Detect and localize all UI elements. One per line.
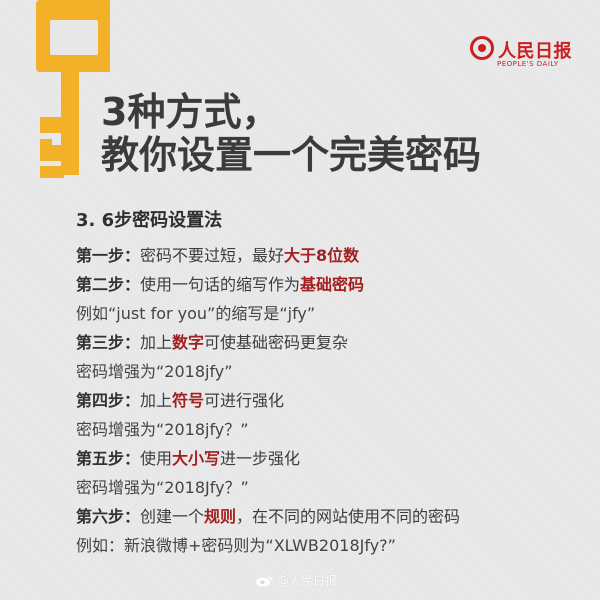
section-title: 3. 6步密码设置法 — [76, 210, 223, 231]
step-1: 第一步：密码不要过短，最好大于8位数 — [76, 241, 576, 270]
watermark: @人民日报 — [255, 572, 337, 589]
step-1-highlight: 大于8位数 — [284, 246, 360, 265]
step-5-highlight: 大小写 — [172, 449, 221, 468]
step-1-before: 密码不要过短，最好 — [140, 246, 285, 265]
step-6-example: 例如：新浪微博+密码则为“XLWB2018Jfy?” — [76, 536, 396, 555]
step-3: 第三步：加上数字可使基础密码更复杂 — [76, 328, 576, 357]
page-title-line-1: 3种方式， — [101, 90, 280, 134]
page-title: 3种方式， 教你设置一个完美密码 — [101, 91, 561, 177]
step-2: 第二步：使用一句话的缩写作为基础密码 — [76, 270, 576, 299]
page: 人民日报 PEOPLE'S DAILY 3种方式， 教你设置一个完美密码 3. … — [0, 0, 600, 600]
step-4-before: 加上 — [140, 391, 173, 410]
weibo-watermark-icon — [256, 576, 273, 587]
step-4-after: 可进行强化 — [204, 391, 285, 410]
step-4-highlight: 符号 — [172, 391, 205, 410]
step-4-example: 密码增强为“2018jfy？” — [76, 420, 249, 439]
step-5: 第五步：使用大小写进一步强化 — [76, 444, 576, 473]
step-6-after: ，在不同的网站使用不同的密码 — [236, 507, 461, 526]
step-6: 第六步：创建一个规则，在不同的网站使用不同的密码 — [76, 502, 576, 531]
brand: 人民日报 PEOPLE'S DAILY — [470, 36, 590, 76]
brand-logo-icon — [470, 36, 494, 60]
step-3-label: 第三步： — [76, 333, 141, 352]
watermark-text: @人民日报 — [277, 574, 338, 588]
step-5-label: 第五步： — [76, 449, 141, 468]
step-6-label: 第六步： — [76, 507, 141, 526]
step-2-label: 第二步： — [76, 275, 141, 294]
page-title-line-2: 教你设置一个完美密码 — [101, 133, 482, 177]
step-3-example: 密码增强为“2018jfy” — [76, 362, 233, 381]
step-3-highlight: 数字 — [172, 333, 205, 352]
step-4: 第四步：加上符号可进行强化 — [76, 386, 576, 415]
steps-list: 第一步：密码不要过短，最好大于8位数 第二步：使用一句话的缩写作为基础密码 例如… — [76, 241, 576, 560]
step-3-after: 可使基础密码更复杂 — [204, 333, 349, 352]
step-4-label: 第四步： — [76, 391, 141, 410]
step-6-highlight: 规则 — [204, 507, 237, 526]
step-6-before: 创建一个 — [140, 507, 205, 526]
step-5-after: 进一步强化 — [220, 449, 301, 468]
key-icon — [36, 0, 110, 178]
step-3-before: 加上 — [140, 333, 173, 352]
step-2-example: 例如“just for you”的缩写是“jfy” — [76, 304, 316, 323]
step-2-before: 使用一句话的缩写作为 — [140, 275, 301, 294]
step-1-label: 第一步： — [76, 246, 141, 265]
step-5-before: 使用 — [140, 449, 173, 468]
step-5-example: 密码增强为“2018Jfy？” — [76, 478, 249, 497]
brand-subtitle: PEOPLE'S DAILY — [497, 60, 559, 68]
step-2-highlight: 基础密码 — [300, 275, 365, 294]
